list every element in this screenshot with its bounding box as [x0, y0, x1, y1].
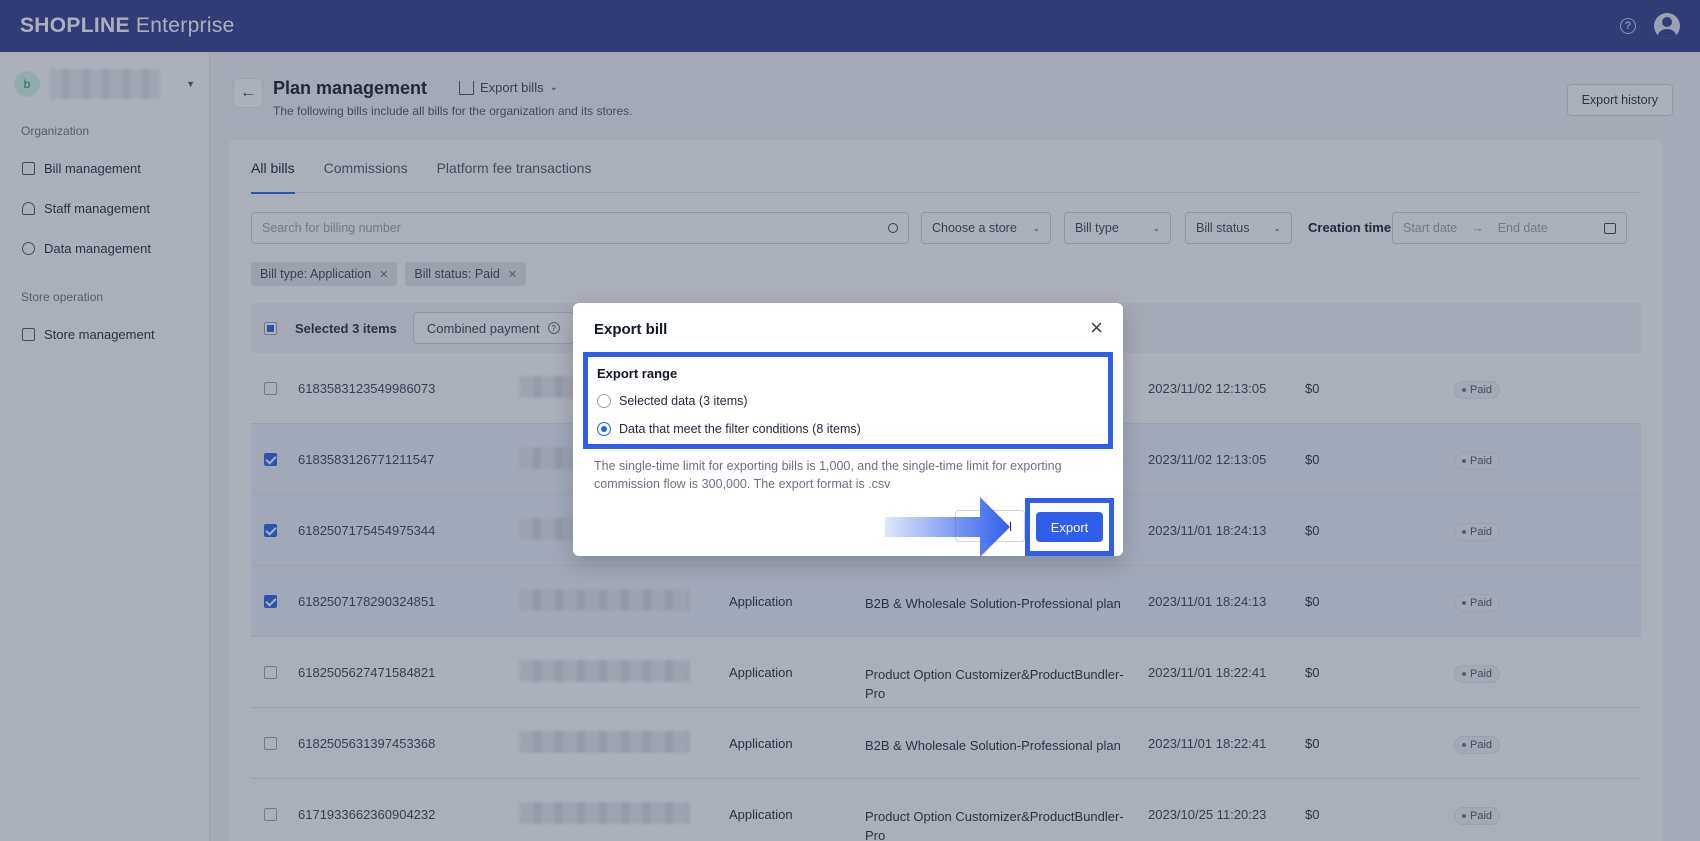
close-icon[interactable]: ×	[1090, 317, 1103, 339]
radio-selected-data[interactable]	[597, 394, 611, 408]
radio-filter-data[interactable]	[597, 422, 611, 436]
export-range-highlight: Export range Selected data (3 items) Dat…	[583, 352, 1113, 449]
pointer-arrow-icon	[885, 497, 1010, 557]
option-filter-data[interactable]: Data that meet the filter conditions (8 …	[597, 422, 861, 436]
export-limit-note: The single-time limit for exporting bill…	[594, 459, 1062, 491]
dialog-title: Export bill	[594, 321, 668, 338]
option-selected-data[interactable]: Selected data (3 items)	[597, 394, 748, 408]
export-bill-dialog: Export bill × Export range Selected data…	[573, 303, 1123, 556]
export-button[interactable]: Export	[1036, 512, 1103, 542]
export-button-highlight: Export	[1025, 498, 1114, 556]
export-range-label: Export range	[597, 366, 678, 381]
